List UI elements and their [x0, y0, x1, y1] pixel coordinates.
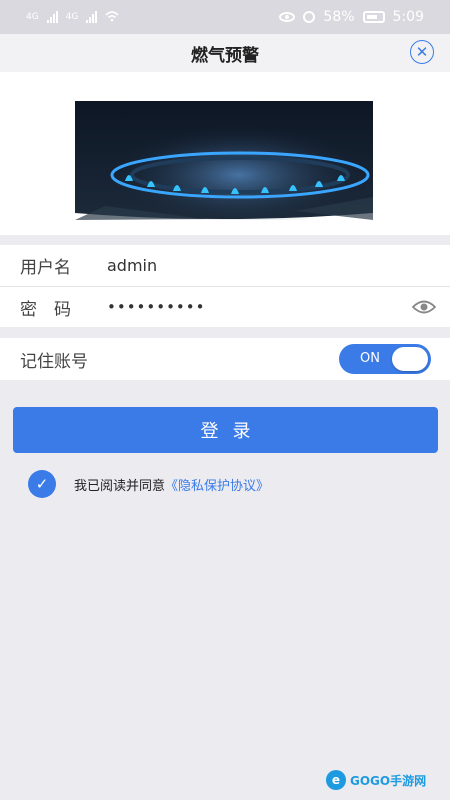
title-bar: 燃气预警 ✕	[0, 34, 450, 72]
battery-icon	[362, 11, 385, 23]
agree-checkbox[interactable]: ✓	[28, 470, 56, 498]
agreement-row: ✓ 我已阅读并同意 《隐私保护协议》	[28, 470, 269, 498]
eye-icon[interactable]	[411, 299, 437, 315]
status-left: 4G 4G	[26, 10, 119, 25]
login-button[interactable]: 登录	[13, 407, 438, 453]
agree-text: 我已阅读并同意	[74, 478, 166, 494]
status-bar: 4G 4G 58% 5:09	[0, 0, 450, 34]
signal-icon-1	[46, 11, 58, 23]
page-title: 燃气预警	[191, 45, 259, 66]
remember-row: 记住账号 ON	[0, 338, 450, 380]
clock: 5:09	[392, 9, 424, 25]
password-row[interactable]: 密 码 ••••••••••	[0, 286, 450, 327]
battery-percent: 58%	[323, 9, 355, 25]
gas-flame-image	[75, 101, 373, 220]
password-input[interactable]: ••••••••••	[107, 298, 205, 316]
username-row[interactable]: 用户名 admin	[0, 245, 450, 286]
status-right: 58% 5:09	[279, 9, 424, 25]
remember-toggle[interactable]: ON	[339, 344, 431, 374]
banner-area	[0, 72, 450, 235]
toggle-knob	[392, 347, 428, 371]
signal-label-1: 4G	[26, 12, 39, 22]
login-form: 用户名 admin 密 码 ••••••••••	[0, 245, 450, 327]
username-label: 用户名	[20, 258, 71, 278]
wifi-icon	[105, 10, 119, 25]
signal-label-2: 4G	[65, 12, 79, 22]
watermark-text: GOGO手游网	[350, 773, 427, 788]
password-label: 密 码	[20, 299, 71, 320]
username-input[interactable]: admin	[107, 256, 157, 275]
eye-comfort-icon	[279, 12, 296, 22]
alarm-icon	[303, 11, 316, 23]
signal-icon-2	[86, 11, 98, 23]
gogo-logo-icon: e	[326, 770, 346, 790]
privacy-policy-link[interactable]: 《隐私保护协议》	[165, 475, 269, 494]
toggle-on-text: ON	[360, 351, 380, 366]
close-icon[interactable]: ✕	[410, 40, 434, 64]
remember-label: 记住账号	[20, 351, 88, 372]
watermark: e GOGO手游网	[326, 770, 426, 790]
